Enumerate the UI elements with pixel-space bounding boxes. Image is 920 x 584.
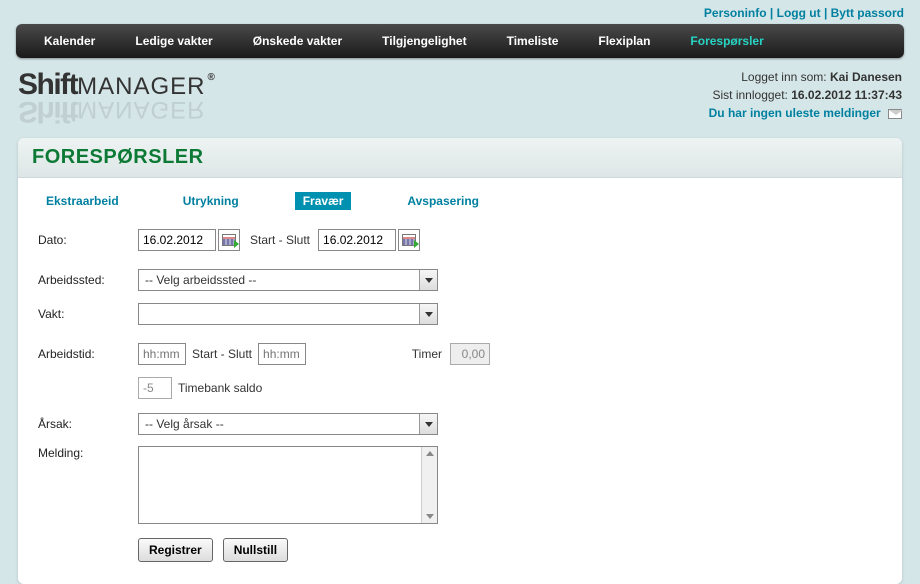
nav-ledige-vakter[interactable]: Ledige vakter [115, 24, 232, 58]
label-vakt: Vakt: [38, 307, 138, 321]
chevron-down-icon [419, 270, 437, 290]
nullstill-button[interactable]: Nullstill [223, 538, 288, 562]
tab-ekstraarbeid[interactable]: Ekstraarbeid [38, 192, 127, 210]
login-info: Logget inn som: Kai Danesen Sist innlogg… [709, 68, 902, 122]
label-melding: Melding: [38, 446, 138, 460]
username: Kai Danesen [830, 70, 902, 84]
scrollbar[interactable] [421, 447, 437, 523]
input-timebank [138, 377, 172, 399]
nav-kalender[interactable]: Kalender [24, 24, 115, 58]
select-vakt[interactable] [138, 303, 438, 325]
logged-in-as-label: Logget inn som: [741, 70, 826, 84]
tab-avspasering[interactable]: Avspasering [399, 192, 487, 210]
nav-flexiplan[interactable]: Flexiplan [578, 24, 670, 58]
last-login-label: Sist innlogget: [713, 88, 788, 102]
page-title: FORESPØRSLER [32, 146, 888, 169]
envelope-icon [888, 109, 902, 119]
select-arsak-value: -- Velg årsak -- [145, 417, 224, 431]
select-arsak[interactable]: -- Velg årsak -- [138, 413, 438, 435]
chevron-down-icon [419, 304, 437, 324]
label-start-slutt-time: Start - Slutt [192, 347, 252, 361]
header-row: ShiftMANAGER® ShiftMANAGER Logget inn so… [0, 58, 920, 134]
nav-tilgjengelighet[interactable]: Tilgjengelighet [362, 24, 486, 58]
input-timer [450, 343, 490, 365]
label-dato: Dato: [38, 233, 138, 247]
link-personinfo[interactable]: Personinfo [704, 6, 767, 20]
calendar-end-button[interactable] [398, 229, 420, 251]
link-no-messages[interactable]: Du har ingen uleste meldinger [709, 106, 881, 120]
tab-fravaer[interactable]: Fravær [295, 192, 352, 210]
link-changepw[interactable]: Bytt passord [831, 6, 904, 20]
label-start-slutt: Start - Slutt [250, 233, 310, 247]
calendar-start-button[interactable] [218, 229, 240, 251]
select-arbeidssted[interactable]: -- Velg arbeidssted -- [138, 269, 438, 291]
last-login: 16.02.2012 11:37:43 [791, 88, 902, 102]
logo-reg: ® [208, 72, 214, 83]
form: Dato: Start - Slutt Arbeidssted: -- Velg… [18, 228, 902, 584]
register-button[interactable]: Registrer [138, 538, 213, 562]
main-nav: Kalender Ledige vakter Ønskede vakter Ti… [16, 24, 904, 58]
input-date-end[interactable] [318, 229, 396, 251]
logo: ShiftMANAGER® ShiftMANAGER [18, 68, 211, 128]
nav-timeliste[interactable]: Timeliste [487, 24, 579, 58]
input-time-start[interactable] [138, 343, 186, 365]
calendar-icon [402, 234, 416, 246]
link-logout[interactable]: Logg ut [777, 6, 821, 20]
panel-head: FORESPØRSLER [18, 138, 902, 178]
calendar-icon [222, 234, 236, 246]
label-timer: Timer [412, 347, 442, 361]
label-arsak: Årsak: [38, 417, 138, 431]
nav-foresporsler[interactable]: Forespørsler [670, 24, 783, 58]
panel: FORESPØRSLER Ekstraarbeid Utrykning Frav… [18, 138, 902, 584]
input-date-start[interactable] [138, 229, 216, 251]
input-time-end[interactable] [258, 343, 306, 365]
top-links: Personinfo | Logg ut | Bytt passord [0, 0, 920, 24]
subtabs: Ekstraarbeid Utrykning Fravær Avspaserin… [18, 178, 902, 228]
label-arbeidssted: Arbeidssted: [38, 273, 138, 287]
label-timebank: Timebank saldo [178, 381, 262, 395]
textarea-melding[interactable] [138, 446, 438, 524]
label-arbeidstid: Arbeidstid: [38, 347, 138, 361]
tab-utrykning[interactable]: Utrykning [175, 192, 247, 210]
chevron-down-icon [419, 414, 437, 434]
nav-onskede-vakter[interactable]: Ønskede vakter [233, 24, 362, 58]
select-arbeidssted-value: -- Velg arbeidssted -- [145, 273, 256, 287]
